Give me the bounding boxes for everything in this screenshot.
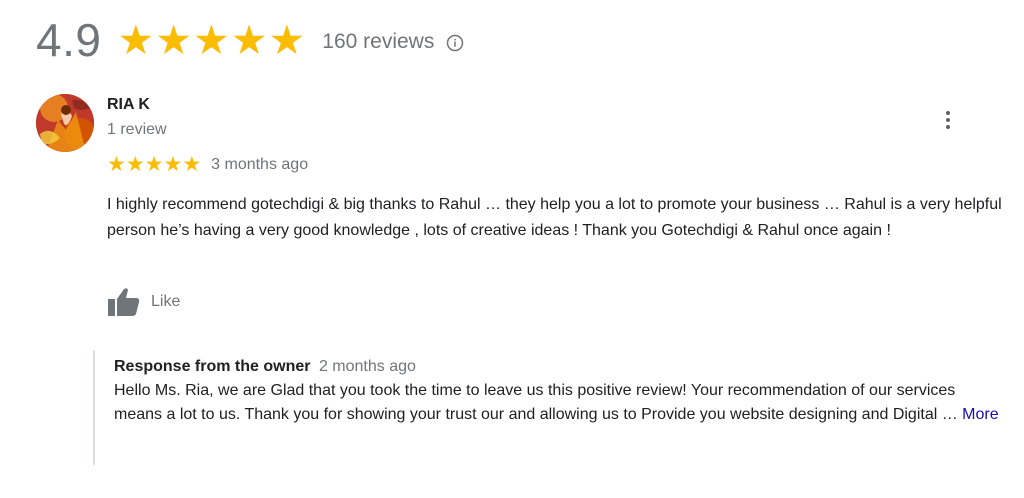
rating-summary: 4.9 ★ ★ ★ ★ ★ 160 reviews [36,10,464,70]
rating-stars: ★ ★ ★ ★ ★ [117,16,306,63]
star-icon: ★ [155,16,192,63]
more-link[interactable]: More [962,406,998,423]
avatar[interactable] [36,94,94,152]
owner-response-body: Hello Ms. Ria, we are Glad that you took… [114,382,963,423]
star-icon: ★ [163,153,183,176]
owner-response-date: 2 months ago [318,358,416,375]
more-vert-icon[interactable] [938,106,958,134]
owner-response-text: Hello Ms. Ria, we are Glad that you took… [114,379,999,427]
thumbs-up-icon [108,288,140,316]
review-rating: ★ ★ ★ ★ ★ 3 months ago [107,154,308,175]
star-icon: ★ [144,153,164,176]
star-icon: ★ [182,153,202,176]
star-icon: ★ [125,153,145,176]
info-icon[interactable] [446,34,464,52]
star-icon: ★ [230,16,268,63]
owner-response: Response from the owner 2 months ago Hel… [93,350,1014,465]
review-count[interactable]: 160 reviews [322,30,434,54]
average-rating: 4.9 [36,14,102,66]
star-icon: ★ [192,16,230,63]
star-icon: ★ [268,16,306,63]
owner-response-header: Response from the owner 2 months ago [114,355,1014,379]
star-icon: ★ [107,153,126,176]
star-icon: ★ [117,16,155,63]
review-text: I highly recommend gotechdigi & big than… [107,196,1002,239]
owner-response-title: Response from the owner [114,358,311,375]
reviewer-review-count: 1 review [107,121,167,138]
like-button[interactable]: Like [107,287,180,317]
review-date: 3 months ago [211,155,309,173]
like-label: Like [151,293,181,310]
reviewer-name[interactable]: RIA K [107,96,150,114]
